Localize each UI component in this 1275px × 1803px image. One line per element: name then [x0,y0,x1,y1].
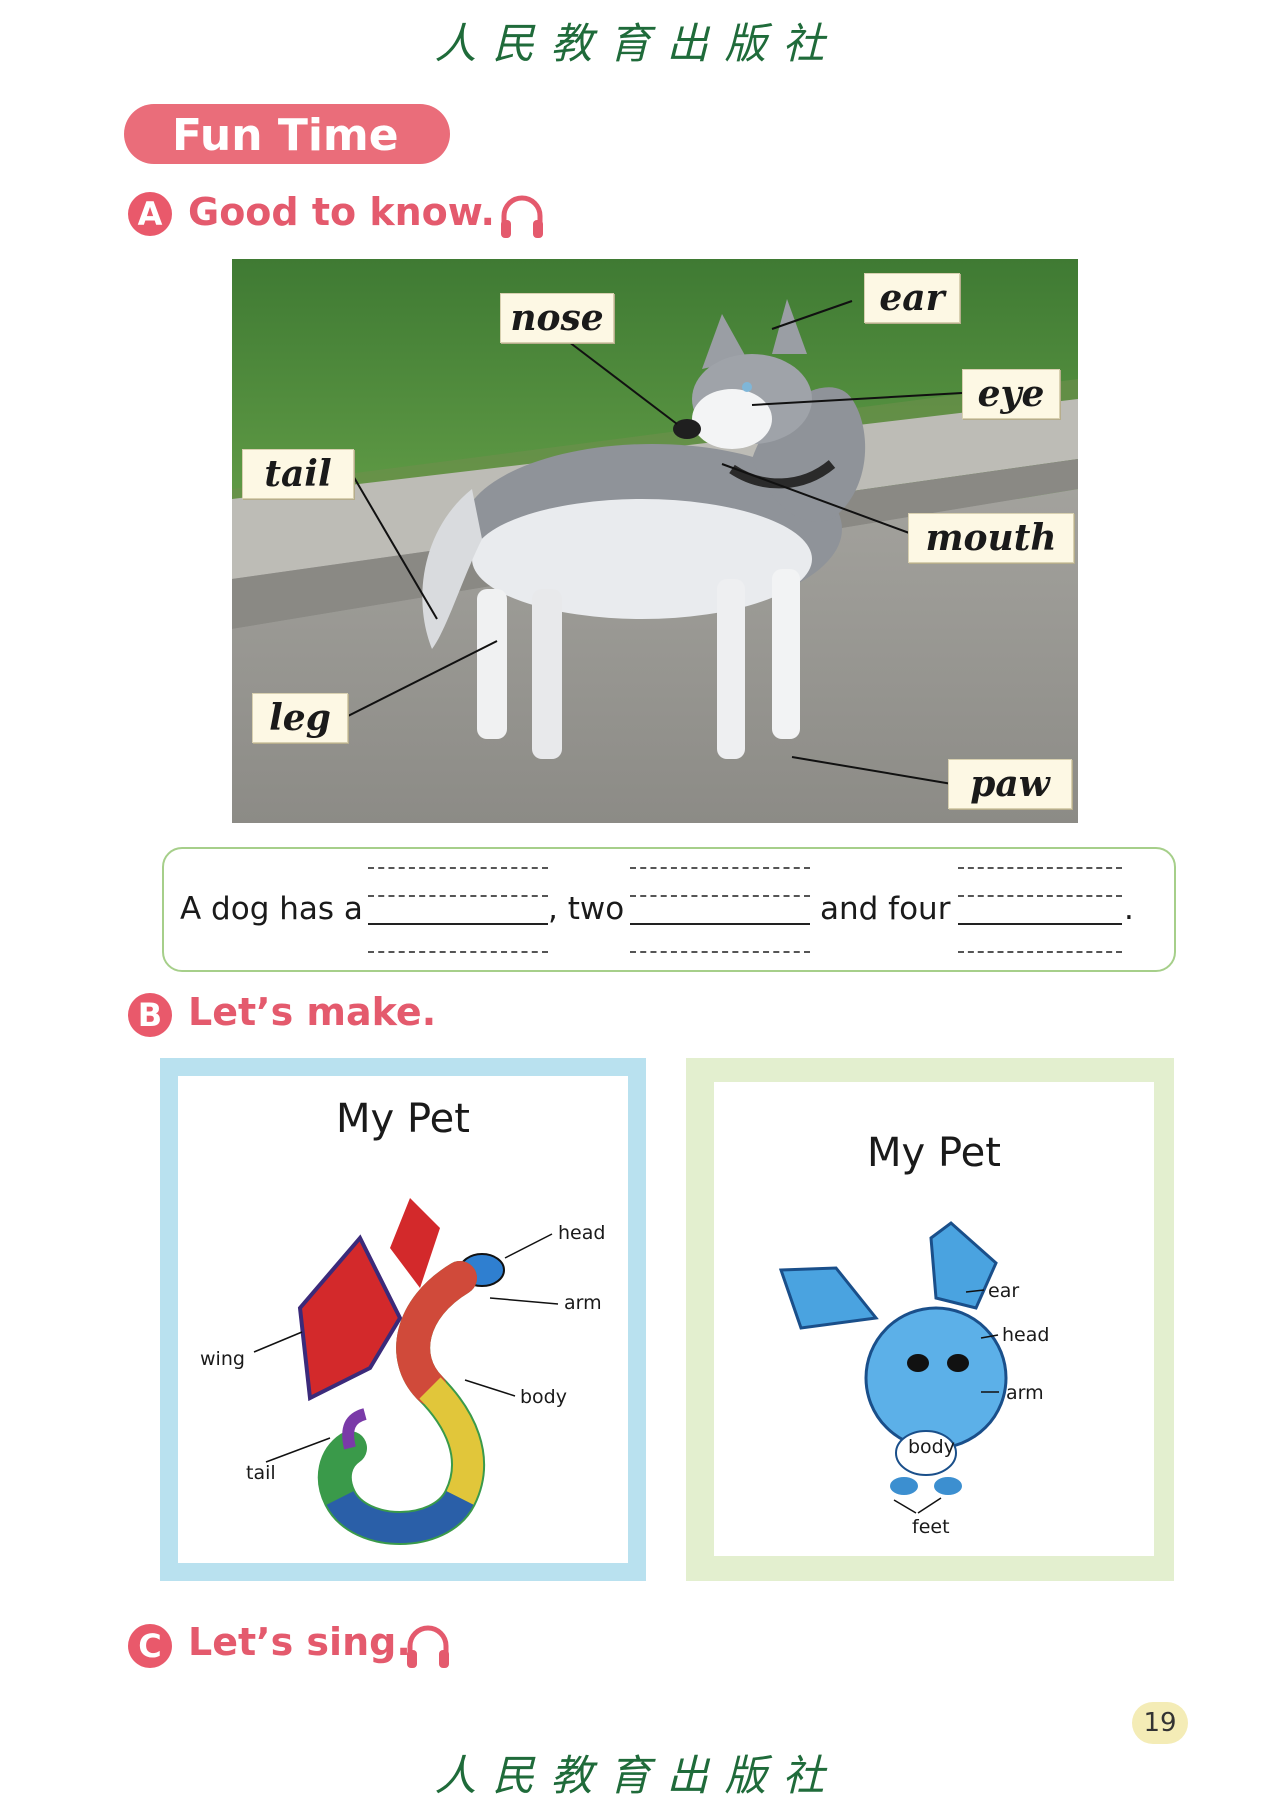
creature-label-ear: ear [988,1280,1020,1302]
pet-card-dragon: My Pet head arm wing body tail [160,1058,646,1581]
label-ear: ear [864,273,960,323]
dragon-drawing [253,1198,559,1545]
label-nose: nose [500,293,614,343]
headphones-icon[interactable] [496,190,548,242]
publisher-footer: 人民教育出版社 [434,1751,841,1800]
page-number: 19 [1132,1702,1188,1744]
sentence-part2: , two [548,891,625,927]
dog-photo: nose ear eye tail mouth leg paw [232,259,1078,823]
section-a-title: Good to know. [188,190,495,234]
blank-3[interactable] [958,867,1122,957]
creature-drawing [778,1221,1008,1514]
blank-2[interactable] [630,867,810,957]
section-b-badge: B [128,993,172,1037]
section-a-badge: A [128,192,172,236]
dragon-label-head: head [558,1222,606,1244]
sentence-part1: A dog has a [180,891,363,927]
creature-label-body: body [908,1436,955,1458]
section-b-title: Let’s make. [188,990,437,1034]
dragon-label-body: body [520,1386,567,1408]
dragon-label-arm: arm [564,1292,602,1314]
section-c-title: Let’s sing. [188,1620,411,1664]
label-mouth: mouth [908,513,1074,563]
fun-time-banner: Fun Time [124,104,450,164]
publisher-header: 人民教育出版社 [434,19,841,68]
pet-card-creature: My Pet ear head arm body feet [686,1058,1174,1581]
label-paw: paw [948,759,1072,809]
label-tail: tail [242,449,354,499]
headphones-icon[interactable] [402,1620,454,1672]
section-c-badge: C [128,1624,172,1668]
sentence-box: A dog has a , two and four . [162,847,1176,972]
sentence-part3: and four [820,891,951,927]
sentence-end: . [1124,891,1134,927]
dragon-label-tail: tail [246,1462,276,1484]
label-leg: leg [252,693,348,743]
label-eye: eye [962,369,1060,419]
creature-label-arm: arm [1006,1382,1044,1404]
creature-label-feet: feet [912,1516,950,1538]
blank-1[interactable] [368,867,548,957]
banner-title: Fun Time [172,110,399,161]
dragon-label-wing: wing [200,1348,245,1370]
creature-label-head: head [1002,1324,1050,1346]
